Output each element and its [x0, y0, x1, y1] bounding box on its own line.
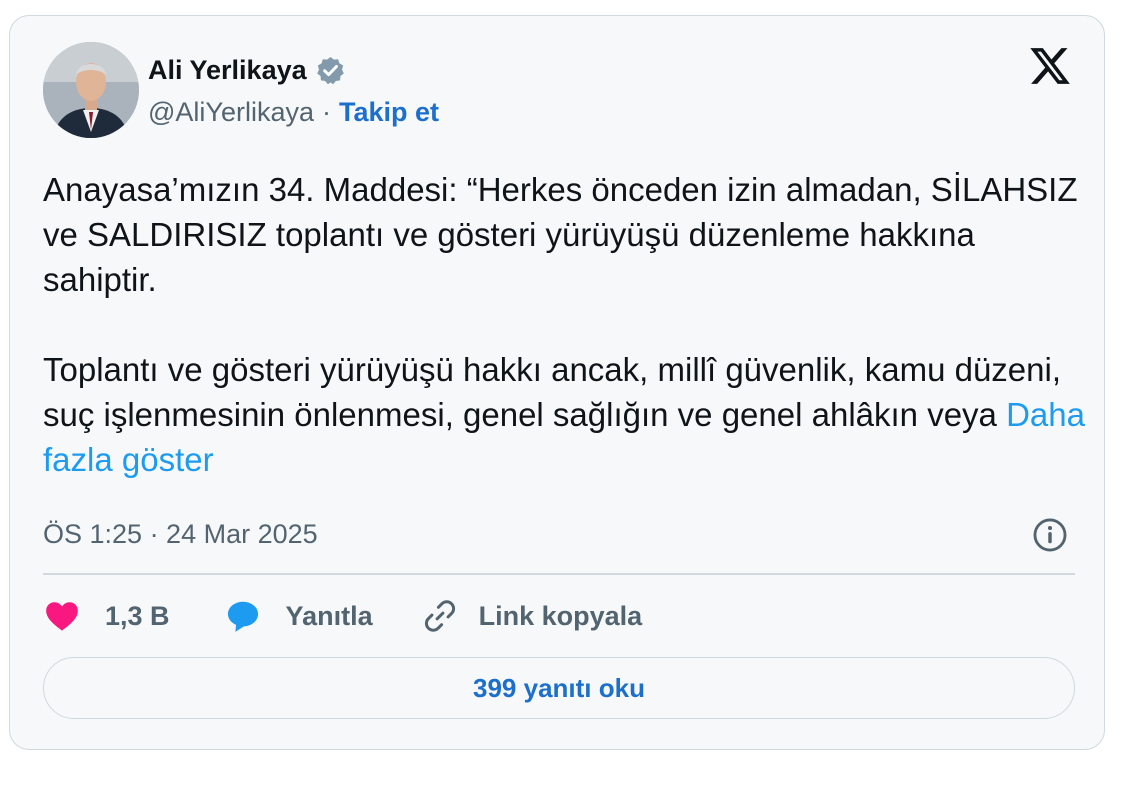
copy-link-label: Link kopyala	[478, 600, 643, 631]
avatar[interactable]	[43, 42, 139, 138]
heart-icon	[43, 597, 81, 635]
reply-bubble-icon	[224, 597, 262, 635]
follow-button[interactable]: Takip et	[339, 97, 439, 128]
tweet-body: Anayasa’mızın 34. Maddesi: “Herkes önced…	[43, 171, 1078, 433]
like-count: 1,3 B	[105, 600, 170, 631]
author-handle[interactable]: @AliYerlikaya	[148, 97, 314, 128]
like-button[interactable]: 1,3 B	[43, 597, 170, 635]
avatar-photo	[43, 42, 139, 138]
handle-row: @AliYerlikaya · Takip et	[148, 94, 439, 130]
verified-badge-icon	[315, 55, 346, 86]
divider	[43, 573, 1075, 575]
tweet-card: Ali Yerlikaya @AliYerlikaya · Takip et A…	[9, 15, 1105, 750]
author-name-row: Ali Yerlikaya	[148, 52, 346, 88]
reply-button[interactable]: Yanıtla	[224, 597, 373, 635]
read-replies-button[interactable]: 399 yanıtı oku	[43, 657, 1075, 719]
link-icon	[421, 597, 459, 635]
x-logo-icon[interactable]	[1028, 44, 1072, 88]
author-name[interactable]: Ali Yerlikaya	[148, 55, 307, 86]
tweet-text: Anayasa’mızın 34. Maddesi: “Herkes önced…	[43, 167, 1093, 482]
action-bar: 1,3 B Yanıtla Link kopyala	[43, 594, 642, 638]
separator-dot: ·	[321, 96, 331, 127]
reply-label: Yanıtla	[285, 600, 373, 631]
info-icon[interactable]	[1031, 516, 1069, 554]
copy-link-button[interactable]: Link kopyala	[421, 597, 643, 635]
tweet-timestamp[interactable]: ÖS 1:25 · 24 Mar 2025	[43, 516, 318, 552]
